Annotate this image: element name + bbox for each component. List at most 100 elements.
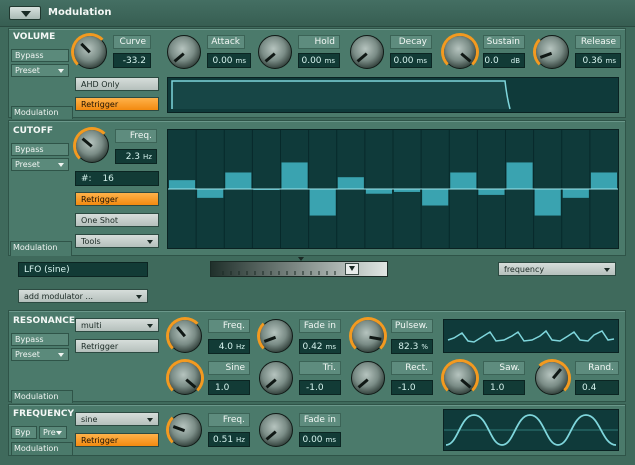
sine-knob[interactable] [166, 359, 204, 397]
decay-knob[interactable] [350, 35, 384, 69]
attack-label: Attack [207, 35, 245, 49]
res-fadein-value-text: 0.42 [302, 342, 323, 352]
freq-freq-value[interactable]: 0.51 Hz [208, 432, 250, 447]
step-sequencer[interactable] [167, 129, 619, 249]
triangle-value[interactable]: -1.0 [299, 380, 341, 395]
steps-value: 16 [102, 174, 114, 184]
cutoff-bypass-button[interactable]: Bypass [11, 143, 69, 156]
rectangle-knob[interactable] [351, 361, 385, 395]
release-unit: ms [605, 57, 616, 65]
resonance-bypass-button[interactable]: Bypass [11, 333, 69, 346]
res-fadein-knob[interactable] [257, 317, 293, 355]
collapse-button[interactable] [9, 6, 41, 20]
volume-retrigger-button[interactable]: Retrigger [75, 97, 159, 111]
cutoff-retrigger-button[interactable]: Retrigger [75, 192, 159, 206]
one-shot-button[interactable]: One Shot [75, 213, 159, 227]
ahd-only-button[interactable]: AHD Only [75, 77, 159, 91]
step-bar[interactable] [478, 189, 505, 195]
triangle-knob[interactable] [259, 361, 293, 395]
rectangle-value[interactable]: -1.0 [391, 380, 433, 395]
pulsewidth-unit: % [421, 343, 428, 351]
frequency-label: FREQUENCY [13, 409, 74, 419]
add-modulator-dropdown[interactable]: add modulator ... [18, 289, 148, 303]
release-label: Release [575, 35, 621, 49]
cutoff-freq-value[interactable]: 2.3 Hz [115, 149, 157, 164]
saw-knob[interactable] [441, 359, 479, 397]
resonance-preset-dropdown[interactable]: Preset [11, 348, 69, 361]
hold-value[interactable]: 0.00 ms [298, 53, 340, 68]
slider-handle[interactable] [345, 263, 359, 275]
random-value[interactable]: 0.4 [575, 380, 619, 395]
resonance-modulation-tab[interactable]: Modulation [11, 390, 73, 403]
step-bar[interactable] [309, 189, 336, 216]
step-bar[interactable] [422, 189, 449, 206]
release-value[interactable]: 0.36 ms [575, 53, 621, 68]
slider-handle-arrow-icon [349, 266, 355, 271]
volume-bypass-button[interactable]: Bypass [11, 49, 69, 62]
pulsewidth-value[interactable]: 82.3% [391, 339, 433, 354]
envelope-curve [171, 80, 511, 110]
freq-freq-value-text: 0.51 [213, 435, 234, 445]
steps-field[interactable]: #: 16 [75, 171, 159, 186]
freq-fadein-knob[interactable] [259, 413, 293, 447]
random-knob[interactable] [533, 359, 571, 397]
frequency-preset-dropdown[interactable]: Pre [39, 426, 67, 439]
sustain-knob[interactable] [441, 33, 479, 71]
cutoff-preset-dropdown[interactable]: Preset [11, 158, 69, 171]
frequency-type-dropdown[interactable]: sine [75, 412, 159, 426]
pulsewidth-knob[interactable] [349, 317, 387, 355]
step-bar[interactable] [337, 177, 364, 189]
frequency-bypass-button[interactable]: Byp [11, 426, 37, 439]
res-freq-knob[interactable] [166, 317, 204, 355]
tools-dropdown[interactable]: Tools [75, 234, 159, 248]
pulsewidth-label: Pulsew. [391, 319, 433, 333]
step-bar[interactable] [506, 162, 533, 189]
attack-value[interactable]: 0.00 ms [207, 53, 251, 68]
sine-label: Sine [208, 361, 250, 375]
cutoff-freq-value-text: 2.3 [125, 152, 141, 162]
res-freq-value[interactable]: 4.0 Hz [208, 339, 250, 354]
curve-value[interactable]: -33.2 [113, 53, 151, 68]
cutoff-modulation-tab[interactable]: Modulation [10, 241, 72, 256]
attack-unit: ms [235, 57, 246, 65]
cutoff-panel: CUTOFF Bypass Preset Freq. 2.3 Hz #: 16 R… [8, 120, 626, 256]
curve-label: Curve [113, 35, 151, 49]
step-bar[interactable] [169, 180, 196, 189]
step-bar[interactable] [365, 189, 392, 194]
saw-value[interactable]: 1.0 [483, 380, 525, 395]
lfo-source-field[interactable]: LFO (sine) [18, 262, 148, 277]
hold-unit: ms [324, 57, 335, 65]
lfo-target-dropdown[interactable]: frequency [498, 262, 616, 276]
resonance-type-dropdown[interactable]: multi [75, 318, 159, 332]
step-bar[interactable] [590, 172, 617, 189]
slider-ticks [222, 271, 336, 275]
volume-preset-dropdown[interactable]: Preset [11, 64, 69, 77]
attack-knob[interactable] [167, 35, 201, 69]
step-bar[interactable] [225, 172, 252, 189]
volume-panel: VOLUME Bypass Preset Modulation Curve -3… [8, 28, 626, 119]
step-bar[interactable] [450, 172, 477, 189]
step-bar[interactable] [562, 189, 589, 198]
decay-value-text: 0.00 [393, 56, 414, 66]
curve-knob[interactable] [71, 33, 109, 71]
modulation-amount-slider[interactable] [210, 261, 388, 277]
freq-fadein-value[interactable]: 0.00 ms [299, 432, 341, 447]
freq-freq-knob[interactable] [166, 411, 202, 449]
frequency-retrigger-button[interactable]: Retrigger [75, 433, 159, 447]
frequency-modulation-tab[interactable]: Modulation [11, 442, 73, 455]
step-bar[interactable] [197, 189, 224, 198]
release-knob[interactable] [533, 33, 569, 71]
resonance-label: RESONANCE [13, 316, 75, 326]
step-bar[interactable] [534, 189, 561, 216]
decay-value[interactable]: 0.00 ms [390, 53, 432, 68]
cutoff-freq-knob[interactable] [73, 127, 111, 165]
resonance-retrigger-button[interactable]: Retrigger [75, 339, 159, 353]
sine-value[interactable]: 1.0 [208, 380, 250, 395]
envelope-display[interactable] [167, 77, 619, 113]
hold-knob[interactable] [258, 35, 292, 69]
sustain-value[interactable]: 0.0 dB [483, 53, 525, 68]
decay-label: Decay [390, 35, 432, 49]
step-bar[interactable] [281, 162, 308, 189]
res-fadein-value[interactable]: 0.42 ms [299, 339, 341, 354]
volume-modulation-tab[interactable]: Modulation [11, 106, 73, 119]
